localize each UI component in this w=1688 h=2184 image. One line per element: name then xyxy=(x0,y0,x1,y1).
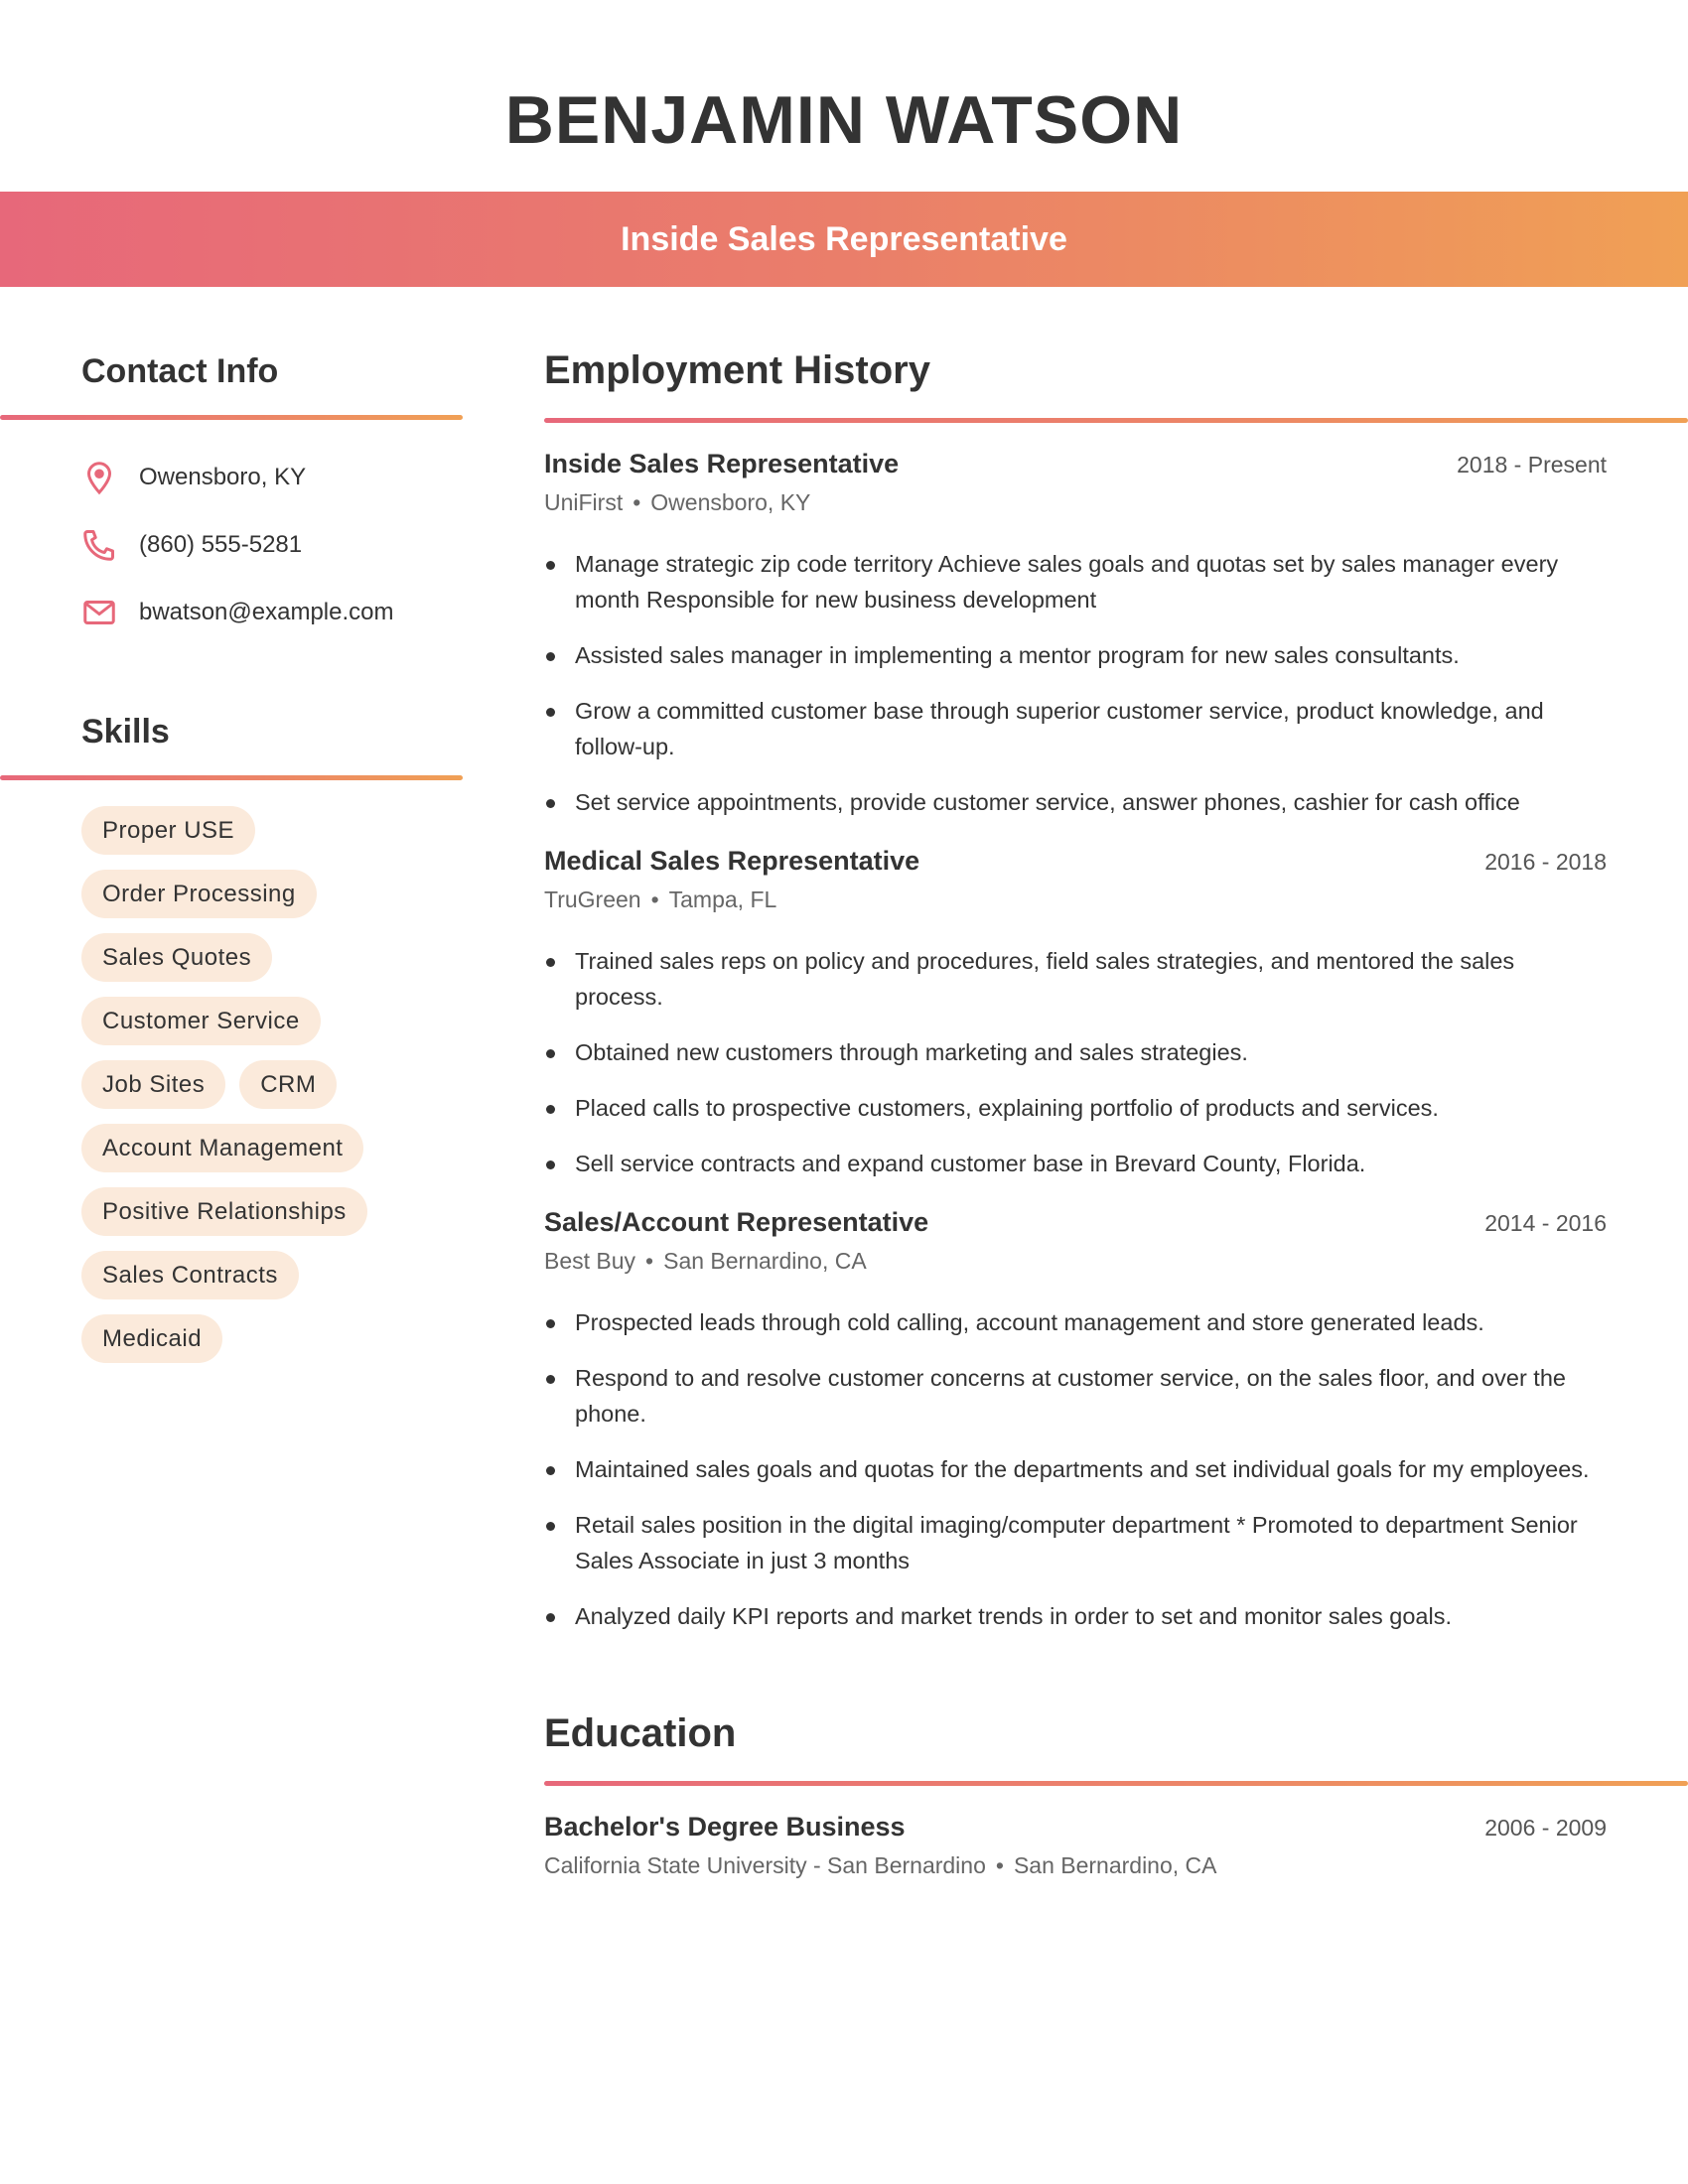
job-bullet: Assisted sales manager in implementing a… xyxy=(544,637,1607,673)
job-bullet: Retail sales position in the digital ima… xyxy=(544,1507,1607,1578)
skill-pill: Proper USE xyxy=(81,806,256,855)
job-title: Medical Sales Representative xyxy=(544,846,920,876)
skill-pill: Positive Relationships xyxy=(81,1187,367,1236)
job-bullet: Placed calls to prospective customers, e… xyxy=(544,1090,1607,1126)
company: Best Buy xyxy=(544,1248,636,1274)
section-divider xyxy=(0,775,463,780)
job-bullet: Manage strategic zip code territory Achi… xyxy=(544,546,1607,617)
phone-icon xyxy=(83,530,114,561)
candidate-name: BENJAMIN WATSON xyxy=(504,82,1184,158)
company: TruGreen xyxy=(544,887,641,912)
contact-heading: Contact Info xyxy=(81,352,279,390)
job-dates: 2016 - 2018 xyxy=(1484,849,1607,875)
sidebar: Contact Info Owensboro, KY (860) 555-528… xyxy=(0,347,463,1363)
job-entry: Inside Sales Representative 2018 - Prese… xyxy=(544,449,1607,820)
degree: Bachelor's Degree Business xyxy=(544,1812,906,1842)
job-location: Owensboro, KY xyxy=(650,489,811,515)
school-location: San Bernardino, CA xyxy=(1013,1852,1217,1878)
job-bullet: Maintained sales goals and quotas for th… xyxy=(544,1451,1607,1487)
job-title: Inside Sales Representative xyxy=(544,449,900,478)
separator-dot: • xyxy=(645,1248,654,1274)
job-dates: 2018 - Present xyxy=(1457,452,1607,478)
employment-heading: Employment History xyxy=(544,348,930,392)
skill-pill: Job Sites xyxy=(81,1060,226,1109)
job-entry: Sales/Account Representative 2014 - 2016… xyxy=(544,1207,1607,1634)
section-divider xyxy=(544,418,1688,423)
education-section: Education Bachelor's Degree Business 200… xyxy=(544,1706,1688,1879)
skill-pill: Account Management xyxy=(81,1124,364,1172)
main-content: Employment History Inside Sales Represen… xyxy=(544,342,1688,1879)
skills-heading: Skills xyxy=(81,713,170,751)
job-location: Tampa, FL xyxy=(668,887,777,912)
skill-pill: Customer Service xyxy=(81,997,321,1045)
skill-pill: Sales Contracts xyxy=(81,1251,299,1299)
separator-dot: • xyxy=(995,1852,1004,1878)
section-divider xyxy=(0,415,463,420)
skill-pill: Order Processing xyxy=(81,870,317,918)
education-heading: Education xyxy=(544,1711,737,1755)
section-divider xyxy=(544,1781,1688,1786)
job-bullet: Sell service contracts and expand custom… xyxy=(544,1146,1607,1181)
job-bullet: Trained sales reps on policy and procedu… xyxy=(544,943,1607,1015)
job-title-heading: Inside Sales Representative xyxy=(621,220,1067,258)
job-title: Sales/Account Representative xyxy=(544,1207,929,1237)
job-bullet: Prospected leads through cold calling, a… xyxy=(544,1304,1607,1340)
job-bullet: Analyzed daily KPI reports and market tr… xyxy=(544,1598,1607,1634)
separator-dot: • xyxy=(633,489,641,515)
job-bullet: Grow a committed customer base through s… xyxy=(544,693,1607,764)
job-bullet: Set service appointments, provide custom… xyxy=(544,784,1607,820)
skills-list: Proper USE Order Processing Sales Quotes… xyxy=(81,806,439,1363)
skills-section: Skills Proper USE Order Processing Sales… xyxy=(0,708,463,1363)
company: UniFirst xyxy=(544,489,624,515)
skill-pill: CRM xyxy=(239,1060,338,1109)
envelope-icon xyxy=(83,601,115,624)
job-bullet: Obtained new customers through marketing… xyxy=(544,1034,1607,1070)
contact-phone: (860) 555-5281 xyxy=(81,511,463,579)
email-text[interactable]: bwatson@example.com xyxy=(139,599,393,626)
location-text: Owensboro, KY xyxy=(139,464,307,490)
title-banner: Inside Sales Representative xyxy=(0,192,1688,287)
contact-email: bwatson@example.com xyxy=(81,579,463,646)
job-location: San Bernardino, CA xyxy=(663,1248,867,1274)
job-entry: Medical Sales Representative 2016 - 2018… xyxy=(544,846,1607,1181)
school: California State University - San Bernar… xyxy=(544,1852,986,1878)
separator-dot: • xyxy=(650,887,659,912)
contact-location: Owensboro, KY xyxy=(81,444,463,511)
employment-section: Employment History Inside Sales Represen… xyxy=(544,342,1688,1634)
education-dates: 2006 - 2009 xyxy=(1484,1815,1607,1841)
education-entry: Bachelor's Degree Business 2006 - 2009 C… xyxy=(544,1812,1607,1879)
job-dates: 2014 - 2016 xyxy=(1484,1210,1607,1236)
phone-text[interactable]: (860) 555-5281 xyxy=(139,531,302,559)
map-pin-icon xyxy=(86,462,112,495)
job-bullet: Respond to and resolve customer concerns… xyxy=(544,1360,1607,1432)
contact-section: Contact Info Owensboro, KY (860) 555-528… xyxy=(0,347,463,646)
skill-pill: Sales Quotes xyxy=(81,933,273,982)
skill-pill: Medicaid xyxy=(81,1314,223,1363)
